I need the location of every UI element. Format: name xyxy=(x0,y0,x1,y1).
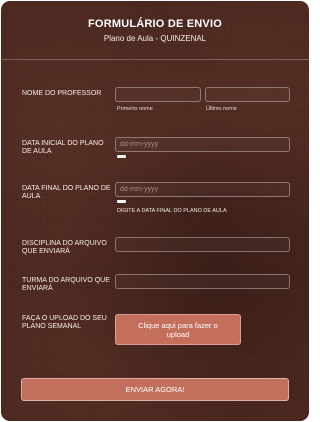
header-divider xyxy=(1,59,309,60)
class-group-label: TURMA DO ARQUIVO QUE ENVIARÁ xyxy=(22,277,110,292)
subject-label: DISCIPLINA DO ARQUIVO QUE ENVIARÁ xyxy=(22,240,107,255)
end-date-label: DATA FINAL DO PLANO DE AULA xyxy=(22,185,111,200)
end-date-picker-toggle[interactable] xyxy=(117,200,126,203)
start-date-label: DATA INICIAL DO PLANO DE AULA xyxy=(22,140,104,155)
end-date-input[interactable] xyxy=(115,182,290,197)
teacher-name-label: NOME DO PROFESSOR xyxy=(22,90,102,97)
first-name-input[interactable] xyxy=(115,87,201,102)
upload-button-label: Clique aqui para fazer o upload xyxy=(138,320,218,339)
subject-input[interactable] xyxy=(115,237,290,252)
form-subtitle: Plano de Aula - QUINZENAL xyxy=(103,34,207,43)
class-group-input[interactable] xyxy=(115,274,290,289)
end-date-hint: DIGITE A DATA FINAL DO PLANO DE AULA xyxy=(117,208,227,214)
start-date-input[interactable] xyxy=(115,137,290,152)
submit-button[interactable]: ENVIAR AGORA! xyxy=(21,378,289,401)
upload-button[interactable]: Clique aqui para fazer o upload xyxy=(115,314,241,345)
last-name-sublabel: Último nome xyxy=(206,106,237,112)
form-header: FORMULÁRIO DE ENVIO Plano de Aula - QUIN… xyxy=(1,18,309,43)
form-card: FORMULÁRIO DE ENVIO Plano de Aula - QUIN… xyxy=(1,1,309,421)
upload-label: FAÇA O UPLOAD DO SEU PLANO SEMANAL xyxy=(22,315,107,330)
start-date-picker-toggle[interactable] xyxy=(117,155,126,158)
first-name-sublabel: Primeiro nome xyxy=(117,106,153,112)
form-title: FORMULÁRIO DE ENVIO xyxy=(88,18,222,30)
last-name-input[interactable] xyxy=(205,87,290,102)
